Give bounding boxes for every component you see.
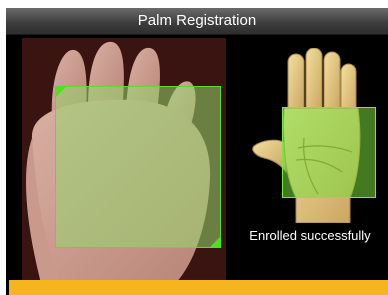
camera-preview xyxy=(22,38,226,287)
palm-scan-frame xyxy=(55,86,221,248)
title-bar: Palm Registration xyxy=(6,8,388,35)
scan-corner-bottom-right xyxy=(209,236,221,248)
screen: Palm Registration Enrolled successfully xyxy=(0,0,388,295)
status-bar xyxy=(9,280,388,295)
status-message: Enrolled successfully xyxy=(249,228,371,243)
scan-corner-top-left xyxy=(55,86,67,98)
device-display: Palm Registration Enrolled successfully xyxy=(6,8,388,295)
window-title: Palm Registration xyxy=(137,12,257,29)
guide-scan-frame xyxy=(282,107,376,198)
